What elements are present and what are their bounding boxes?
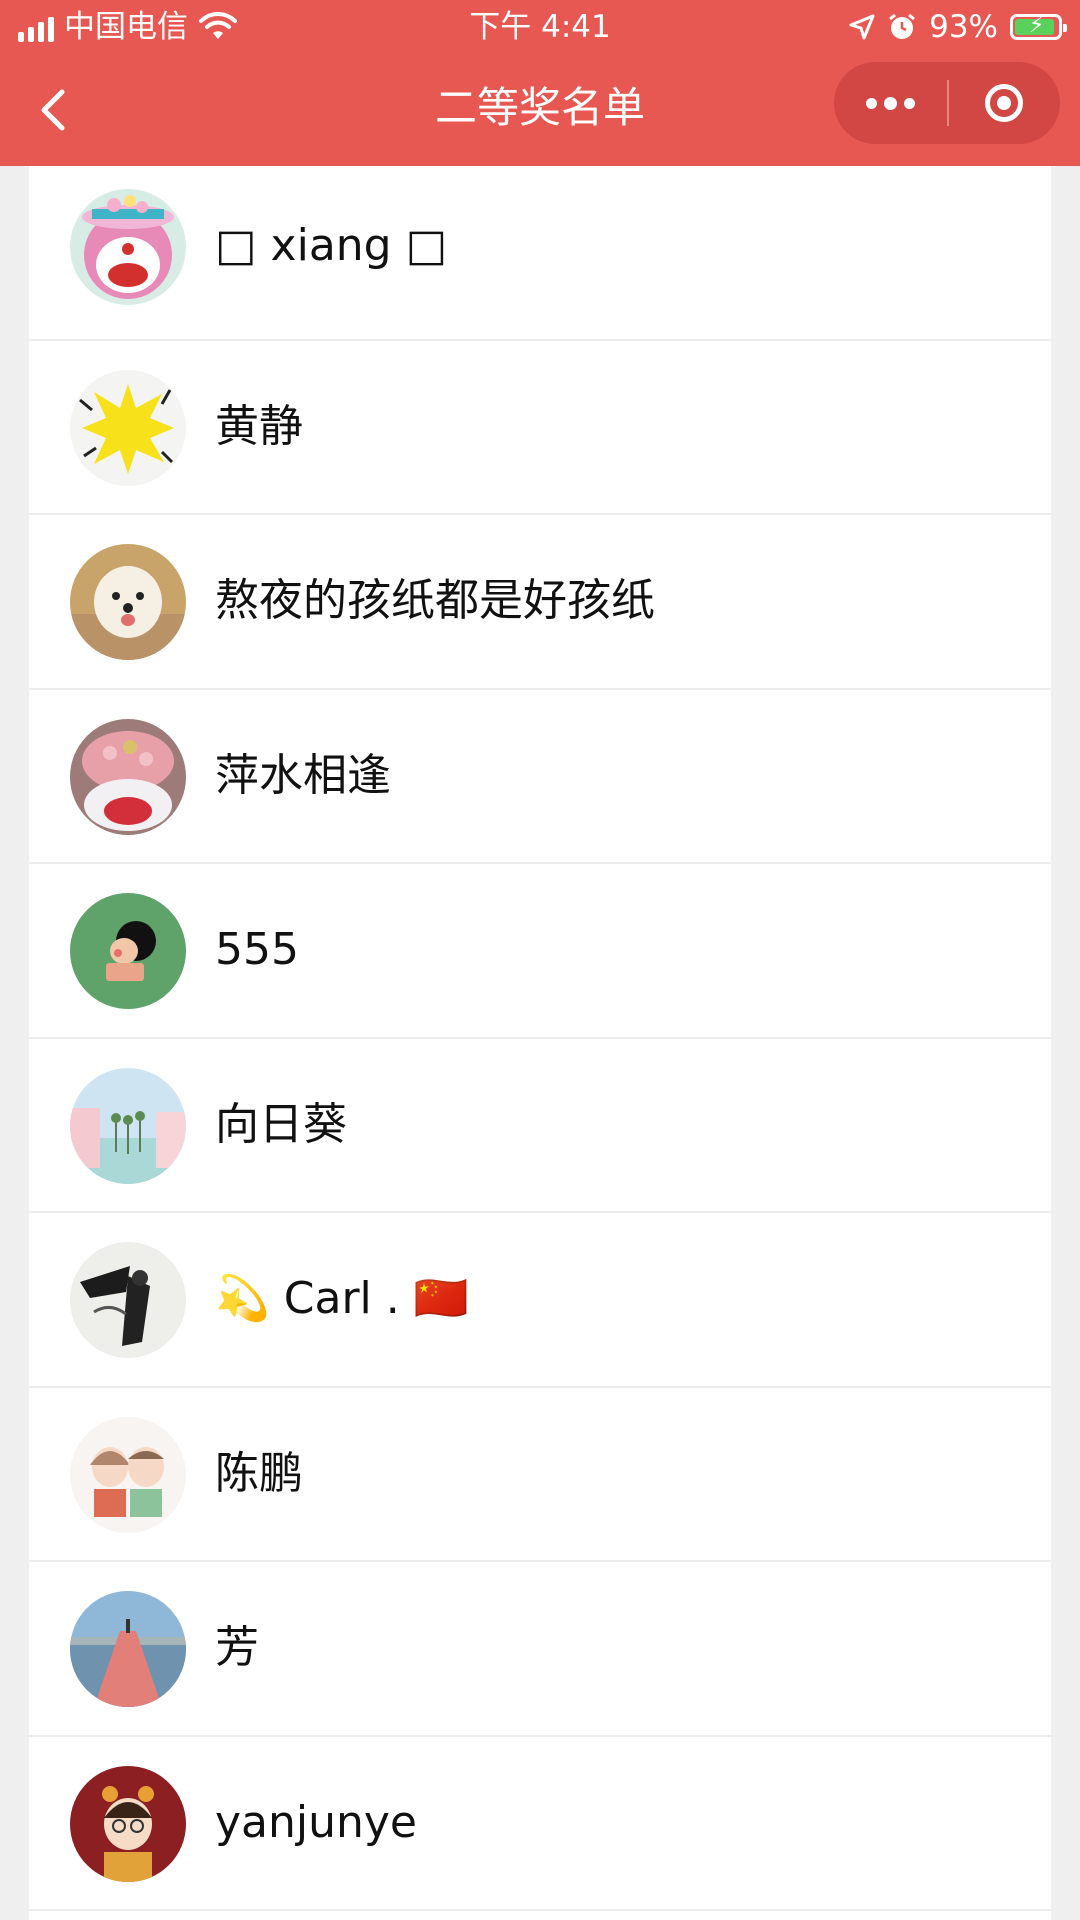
list-item[interactable]: □ xiang □ [29,166,1051,341]
pier-sea-avatar [70,1591,186,1707]
winner-name: 芳 [215,1622,259,1673]
back-arrow-icon[interactable] [30,82,80,138]
close-program-button[interactable] [947,62,1060,144]
list-item[interactable]: 💫 Carl . 🇨🇳 [29,1213,1051,1388]
alarm-icon [889,13,916,39]
ink-warrior-avatar [70,1242,186,1358]
list-item[interactable]: 黄静 [29,341,1051,515]
status-bar: 中国电信 下午 4:41 93% ⚡ [0,0,1080,54]
winner-name: 555 [215,924,299,975]
cartoon-girl-avatar [70,1765,186,1882]
location-arrow-icon [849,14,875,40]
list-item[interactable]: 芳 [29,1562,1051,1737]
couple-cartoon-avatar [70,1416,186,1533]
battery-icon: ⚡ [1010,13,1067,40]
nav-bar: 二等奖名单 [0,54,1080,166]
mini-program-capsule [834,62,1060,144]
header: 中国电信 下午 4:41 93% ⚡ 二等奖名单 [0,0,1080,166]
flower-bouquet-avatar [70,718,186,835]
list-item[interactable]: 555 [29,864,1051,1039]
signal-icon [18,12,54,42]
winner-name: 熬夜的孩纸都是好孩纸 [215,575,655,626]
carrier-label: 中国电信 [64,9,188,45]
palm-street-avatar [70,1067,186,1184]
burst-star-avatar [70,369,186,486]
list-item[interactable]: 萍水相逢 [29,690,1051,864]
winner-name: 陈鹏 [215,1447,303,1499]
doraemon-avatar [70,189,186,305]
winner-name: 萍水相逢 [215,749,391,801]
winner-name: 💫 Carl . 🇨🇳 [215,1273,469,1324]
battery-percent: 93% [929,9,998,45]
winner-name: 黄静 [215,400,303,452]
more-options-button[interactable] [834,62,947,144]
list-item[interactable]: 向日葵 [29,1039,1051,1213]
more-dot-icon [866,97,877,109]
winner-name: 向日葵 [215,1098,347,1150]
puppy-avatar [70,544,186,660]
winner-name: yanjunye [215,1796,417,1848]
target-circle-icon [984,84,1023,122]
more-dot-icon [904,97,915,109]
wifi-icon [199,12,237,39]
winner-list: □ xiang □ 黄静 熬夜的孩纸都是好孩纸 萍水相逢 555 向日葵 💫 C… [29,166,1051,1920]
cartoon-kid-avatar [70,893,186,1009]
list-item[interactable]: yanjunye [29,1737,1051,1911]
more-dot-icon [884,96,897,110]
winner-name: □ xiang □ [215,220,448,271]
list-item[interactable]: 陈鹏 [29,1388,1051,1562]
list-item[interactable]: 熬夜的孩纸都是好孩纸 [29,515,1051,690]
